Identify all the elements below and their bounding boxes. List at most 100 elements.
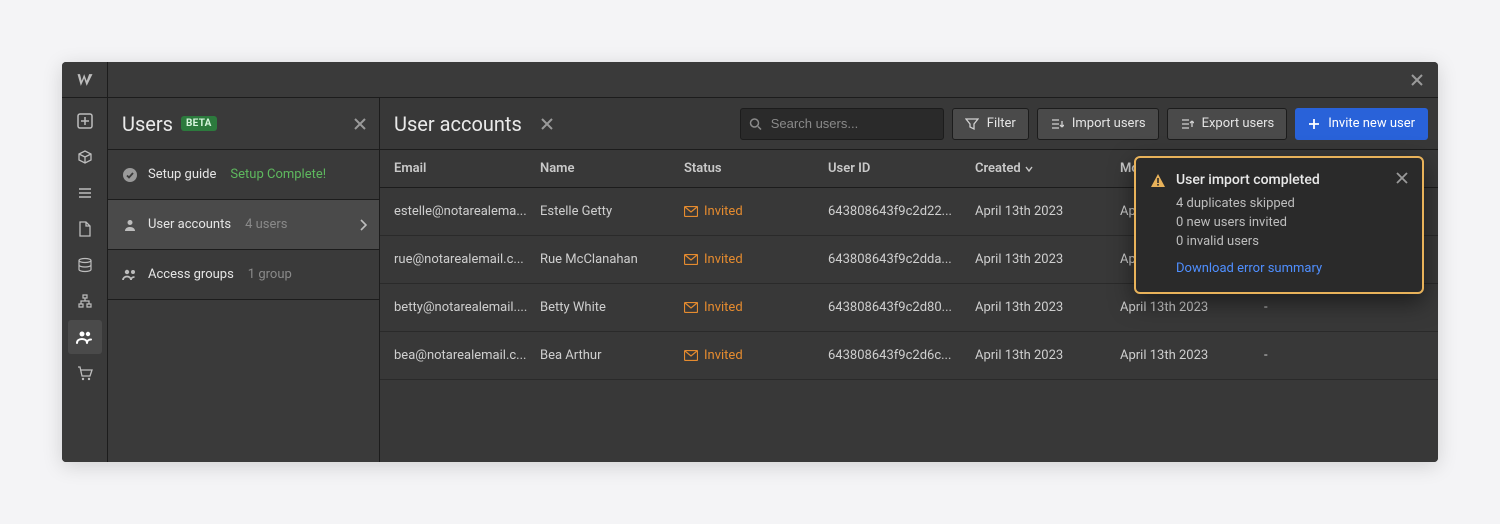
cell-userid: 643808643f9c2d6c... (828, 348, 975, 363)
rail-add[interactable] (68, 104, 102, 138)
search-icon (749, 117, 762, 130)
layout-icon (77, 185, 93, 201)
topbar (62, 62, 1438, 98)
rail-ecommerce[interactable] (68, 356, 102, 390)
rail-pages[interactable] (68, 212, 102, 246)
close-icon (540, 117, 554, 131)
invite-button[interactable]: Invite new user (1295, 108, 1428, 140)
sidebar-setup-status: Setup Complete! (230, 167, 326, 182)
content-close-button[interactable] (540, 117, 554, 131)
cell-products: - (1264, 348, 1438, 363)
cell-email: estelle@notarealema... (394, 204, 540, 219)
database-icon (77, 257, 93, 273)
toast-line: 0 new users invited (1176, 214, 1408, 233)
sidebar-close-button[interactable] (353, 117, 367, 131)
check-circle-icon (122, 167, 138, 183)
sidebar-header: Users BETA (108, 98, 379, 150)
cell-status: Invited (684, 300, 828, 315)
sidebar-groups-count: 1 group (248, 267, 292, 282)
envelope-icon (684, 302, 698, 313)
cart-icon (77, 365, 93, 381)
cell-status: Invited (684, 348, 828, 363)
export-icon (1180, 117, 1194, 131)
sort-desc-icon (1025, 166, 1033, 172)
app-close-button[interactable] (1404, 67, 1430, 93)
import-button[interactable]: Import users (1037, 108, 1159, 140)
box-icon (77, 149, 93, 165)
logo[interactable] (62, 62, 108, 98)
cell-name: Betty White (540, 300, 684, 315)
plus-square-icon (77, 113, 93, 129)
plus-icon (1308, 118, 1320, 130)
cell-modified: April 13th 2023 (1120, 348, 1264, 363)
search-input[interactable] (740, 108, 944, 140)
close-icon (1396, 172, 1408, 184)
cell-created: April 13th 2023 (975, 348, 1120, 363)
sidebar-groups-label: Access groups (148, 267, 234, 282)
sidebar-item-setup[interactable]: Setup guide Setup Complete! (108, 150, 379, 200)
user-icon (122, 218, 138, 232)
sitemap-icon (77, 293, 93, 309)
content-header: User accounts Filter (380, 98, 1438, 150)
envelope-icon (684, 254, 698, 265)
col-status[interactable]: Status (684, 161, 828, 176)
close-icon (1410, 73, 1424, 87)
users-icon (76, 329, 94, 345)
cell-products: - (1264, 300, 1438, 315)
cell-name: Estelle Getty (540, 204, 684, 219)
close-icon (353, 117, 367, 131)
toast-line: 0 invalid users (1176, 233, 1408, 252)
chevron-right-icon (359, 219, 367, 231)
import-toast: User import completed 4 duplicates skipp… (1134, 156, 1424, 294)
cell-created: April 13th 2023 (975, 252, 1120, 267)
cell-userid: 643808643f9c2dda... (828, 252, 975, 267)
cell-name: Bea Arthur (540, 348, 684, 363)
warning-icon (1150, 173, 1166, 189)
users-icon (122, 268, 138, 282)
sidebar-title: Users (122, 112, 173, 136)
cell-email: betty@notarealemail.... (394, 300, 540, 315)
app-shell: Users BETA Setup guide Setup Complete! U… (62, 62, 1438, 462)
import-icon (1050, 117, 1064, 131)
export-button[interactable]: Export users (1167, 108, 1288, 140)
sidebar-setup-label: Setup guide (148, 167, 216, 182)
toast-close-button[interactable] (1396, 172, 1408, 184)
col-name[interactable]: Name (540, 161, 684, 176)
sidebar: Users BETA Setup guide Setup Complete! U… (108, 98, 380, 462)
sidebar-accounts-label: User accounts (148, 217, 231, 232)
rail-box[interactable] (68, 140, 102, 174)
content-title: User accounts (394, 112, 522, 136)
toast-download-link[interactable]: Download error summary (1176, 260, 1322, 279)
cell-modified: April 13th 2023 (1120, 300, 1264, 315)
nav-rail (62, 98, 108, 462)
filter-icon (965, 117, 979, 131)
rail-layout[interactable] (68, 176, 102, 210)
col-created[interactable]: Created (975, 161, 1120, 176)
cell-created: April 13th 2023 (975, 300, 1120, 315)
beta-badge: BETA (181, 116, 217, 131)
page-icon (78, 221, 92, 237)
sidebar-accounts-count: 4 users (245, 217, 287, 232)
cell-created: April 13th 2023 (975, 204, 1120, 219)
webflow-logo-icon (75, 70, 95, 90)
cell-status: Invited (684, 204, 828, 219)
rail-users[interactable] (68, 320, 102, 354)
sidebar-item-groups[interactable]: Access groups 1 group (108, 250, 379, 300)
sidebar-item-accounts[interactable]: User accounts 4 users (108, 200, 379, 250)
envelope-icon (684, 206, 698, 217)
rail-sitemap[interactable] (68, 284, 102, 318)
toast-line: 4 duplicates skipped (1176, 195, 1408, 214)
col-email[interactable]: Email (394, 161, 540, 176)
toast-title: User import completed (1176, 172, 1386, 188)
cell-userid: 643808643f9c2d22... (828, 204, 975, 219)
cell-email: bea@notarealemail.c... (394, 348, 540, 363)
col-userid[interactable]: User ID (828, 161, 975, 176)
cell-name: Rue McClanahan (540, 252, 684, 267)
table-row[interactable]: bea@notarealemail.c...Bea ArthurInvited6… (380, 332, 1438, 380)
cell-userid: 643808643f9c2d80... (828, 300, 975, 315)
filter-button[interactable]: Filter (952, 108, 1029, 140)
cell-email: rue@notarealemail.c... (394, 252, 540, 267)
envelope-icon (684, 350, 698, 361)
cell-status: Invited (684, 252, 828, 267)
rail-database[interactable] (68, 248, 102, 282)
